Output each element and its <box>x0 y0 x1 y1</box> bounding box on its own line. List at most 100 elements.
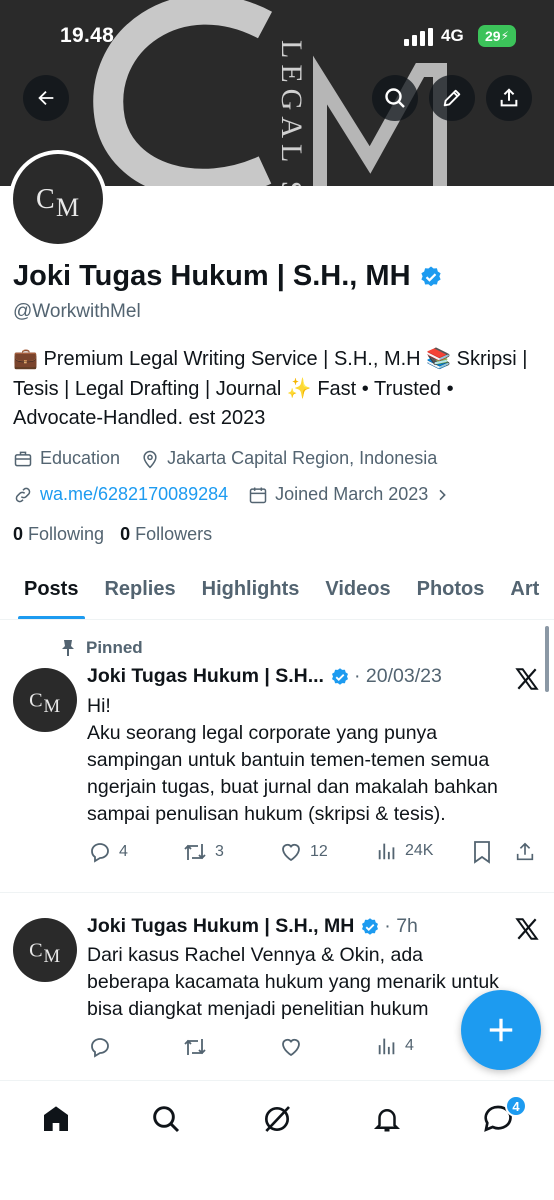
profile-bio: 💼 Premium Legal Writing Service | S.H., … <box>13 348 528 429</box>
tweet-text-line: sampai penulisan hukum (skripsi & tesis)… <box>87 803 446 825</box>
nav-notifications[interactable] <box>367 1099 407 1139</box>
tab-label: Replies <box>104 578 176 600</box>
location-label: Jakarta Capital Region, Indonesia <box>167 448 438 468</box>
following-count: 0 <box>13 524 24 544</box>
tab-label: Photos <box>416 578 485 600</box>
chevron-right-icon <box>439 489 447 500</box>
tweet-text-line: sampingan untuk bantuin temen-temen semu… <box>87 749 490 771</box>
like-count: 12 <box>310 843 328 860</box>
profile-avatar[interactable]: C M <box>9 150 107 248</box>
verified-badge-icon <box>331 667 348 685</box>
cellular-signal-icon <box>404 28 433 46</box>
joined-item[interactable]: Joined March 2023 <box>248 484 457 505</box>
tweet-text-line: Dari kasus Rachel Vennya & Okin, ada <box>87 944 424 966</box>
share-button[interactable] <box>486 75 532 121</box>
nav-home[interactable] <box>36 1099 76 1139</box>
charging-icon: ⚡ <box>500 29 509 43</box>
like-button[interactable]: 12 <box>279 840 328 864</box>
banner-text: LEGAL SOLU <box>275 40 308 186</box>
avatar-image: C M <box>13 154 103 244</box>
nav-grok[interactable] <box>257 1099 297 1139</box>
x-logo-icon[interactable] <box>514 916 540 942</box>
messages-badge: 4 <box>505 1095 527 1117</box>
back-button[interactable] <box>23 75 69 121</box>
nav-search[interactable] <box>146 1099 186 1139</box>
category-label: Education <box>40 448 121 468</box>
compose-button[interactable] <box>461 990 541 1070</box>
tab-highlights[interactable]: Highlights <box>189 566 313 619</box>
tweet-avatar[interactable]: CM <box>13 668 77 732</box>
tab-photos[interactable]: Photos <box>404 566 498 619</box>
grok-icon <box>265 1106 290 1132</box>
pinned-indicator: Pinned <box>60 638 143 658</box>
tweet[interactable]: Pinned CM Joki Tugas Hukum | S.H... · 20… <box>0 638 554 892</box>
views-icon <box>378 1038 395 1055</box>
search-icon <box>153 1106 180 1133</box>
calendar-icon <box>249 487 267 503</box>
tweet-author-name[interactable]: Joki Tugas Hukum | S.H... <box>87 665 324 688</box>
profile-meta-row-2: wa.me/6282170089284 Joined March 2023 <box>13 484 477 505</box>
share-tweet-button[interactable] <box>514 840 543 864</box>
tab-replies[interactable]: Replies <box>91 566 188 619</box>
share-icon <box>516 842 534 861</box>
cm-logo-icon: C M <box>36 184 79 222</box>
network-type: 4G <box>441 26 464 45</box>
views-button[interactable]: 4 <box>376 1035 414 1057</box>
tab-label: Highlights <box>201 578 300 600</box>
following-link[interactable]: 0 Following <box>13 524 104 544</box>
tweet-text: Hi! Aku seorang legal corporate yang pun… <box>87 693 547 828</box>
followers-link[interactable]: 0 Followers <box>120 524 212 544</box>
repost-icon <box>184 1039 206 1055</box>
tab-posts[interactable]: Posts <box>0 566 91 619</box>
status-time: 19.48 <box>60 24 115 47</box>
reply-icon <box>91 1038 109 1058</box>
like-button[interactable] <box>279 1035 310 1059</box>
views-count: 24K <box>405 842 434 859</box>
tweet-avatar[interactable]: CM <box>13 918 77 982</box>
repost-button[interactable]: 3 <box>182 840 224 864</box>
pin-icon <box>62 640 74 656</box>
views-button[interactable]: 24K <box>376 840 433 862</box>
tweet-timestamp: · 20/03/23 <box>353 665 442 687</box>
bookmark-icon <box>474 841 490 864</box>
bookmark-button[interactable] <box>471 840 500 864</box>
verified-badge-icon[interactable] <box>419 265 443 289</box>
profile-tabs: Posts Replies Highlights Videos Photos A… <box>0 566 554 620</box>
following-label: Following <box>28 524 105 544</box>
arrow-left-icon <box>38 90 54 106</box>
briefcase-icon <box>14 451 32 466</box>
reply-count: 4 <box>119 843 128 860</box>
verified-badge-icon <box>362 917 379 935</box>
battery-indicator: 29 ⚡ <box>478 25 516 47</box>
x-logo-icon[interactable] <box>514 666 540 692</box>
views-icon <box>378 843 395 860</box>
website-link[interactable]: wa.me/6282170089284 <box>40 484 228 505</box>
edit-button[interactable] <box>429 75 475 121</box>
website-item[interactable]: wa.me/6282170089284 <box>13 484 228 505</box>
scrollbar[interactable] <box>545 626 549 692</box>
category-item: Education <box>13 448 120 469</box>
followers-count: 0 <box>120 524 131 544</box>
tab-label: Posts <box>24 578 79 600</box>
reply-button[interactable] <box>88 1035 119 1059</box>
tab-label: Videos <box>325 578 391 600</box>
profile-name-text: Joki Tugas Hukum | S.H., MH <box>13 260 411 292</box>
bell-icon <box>373 1109 401 1132</box>
search-button[interactable] <box>372 75 418 121</box>
location-pin-icon <box>143 450 157 468</box>
followers-label: Followers <box>135 524 213 544</box>
svg-text:M: M <box>44 696 61 717</box>
tweet-author-name[interactable]: Joki Tugas Hukum | S.H., MH <box>87 915 354 938</box>
tab-articles[interactable]: Art <box>497 566 552 619</box>
cm-logo-icon: CM <box>29 689 61 717</box>
tweet-text-line: beberapa kacamata hukum yang menarik unt… <box>87 971 499 993</box>
reply-button[interactable]: 4 <box>88 840 128 864</box>
repost-button[interactable] <box>182 1035 215 1059</box>
profile-meta-row-1: Education Jakarta Capital Region, Indone… <box>13 448 457 469</box>
tab-videos[interactable]: Videos <box>312 566 403 619</box>
battery-level: 29 <box>484 28 501 44</box>
home-icon <box>44 1106 68 1131</box>
link-icon <box>15 487 31 502</box>
svg-text:C: C <box>29 689 42 711</box>
tweet-timestamp: · 7h <box>384 915 418 937</box>
